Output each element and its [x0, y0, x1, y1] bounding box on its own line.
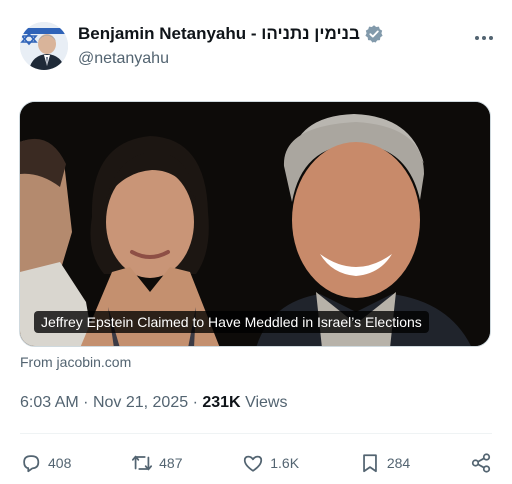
divider	[20, 433, 492, 434]
share-button[interactable]	[470, 452, 492, 474]
views-count: 231K	[202, 394, 241, 411]
avatar[interactable]	[20, 22, 68, 70]
repost-icon	[132, 455, 153, 471]
card-caption: Jeffrey Epstein Claimed to Have Meddled …	[34, 311, 429, 333]
reply-button[interactable]: 408	[20, 452, 71, 474]
handle[interactable]: @netanyahu	[78, 50, 169, 68]
action-bar: 408 487 1.6K 284	[20, 448, 492, 478]
like-button[interactable]: 1.6K	[242, 452, 299, 474]
like-icon	[244, 455, 263, 472]
meta-separator-2: ·	[192, 394, 198, 411]
like-count: 1.6K	[270, 455, 300, 471]
meta-separator: ·	[83, 394, 89, 411]
more-icon[interactable]	[472, 28, 496, 48]
link-card[interactable]: Jeffrey Epstein Claimed to Have Meddled …	[19, 101, 491, 347]
share-icon	[471, 453, 491, 473]
repost-count: 487	[159, 455, 183, 471]
views-label: Views	[245, 394, 288, 411]
reply-count: 408	[48, 455, 72, 471]
tweet-header: Benjamin Netanyahu - בנימין נתניהו @neta…	[20, 22, 496, 74]
display-name[interactable]: Benjamin Netanyahu - בנימין נתניהו	[78, 24, 360, 44]
name-row: Benjamin Netanyahu - בנימין נתניהו	[78, 24, 384, 44]
source-link[interactable]: From jacobin.com	[20, 354, 131, 370]
reply-icon	[23, 455, 40, 473]
tweet-meta: 6:03 AM · Nov 21, 2025 · 231K Views	[20, 394, 287, 412]
bookmark-count: 284	[386, 455, 411, 471]
bookmark-icon	[362, 454, 377, 473]
bookmark-button[interactable]: 284	[359, 452, 410, 474]
tweet-date[interactable]: Nov 21, 2025	[93, 394, 188, 411]
repost-button[interactable]: 487	[131, 452, 182, 474]
verified-badge-icon	[365, 25, 383, 43]
tweet-time[interactable]: 6:03 AM	[20, 394, 79, 411]
